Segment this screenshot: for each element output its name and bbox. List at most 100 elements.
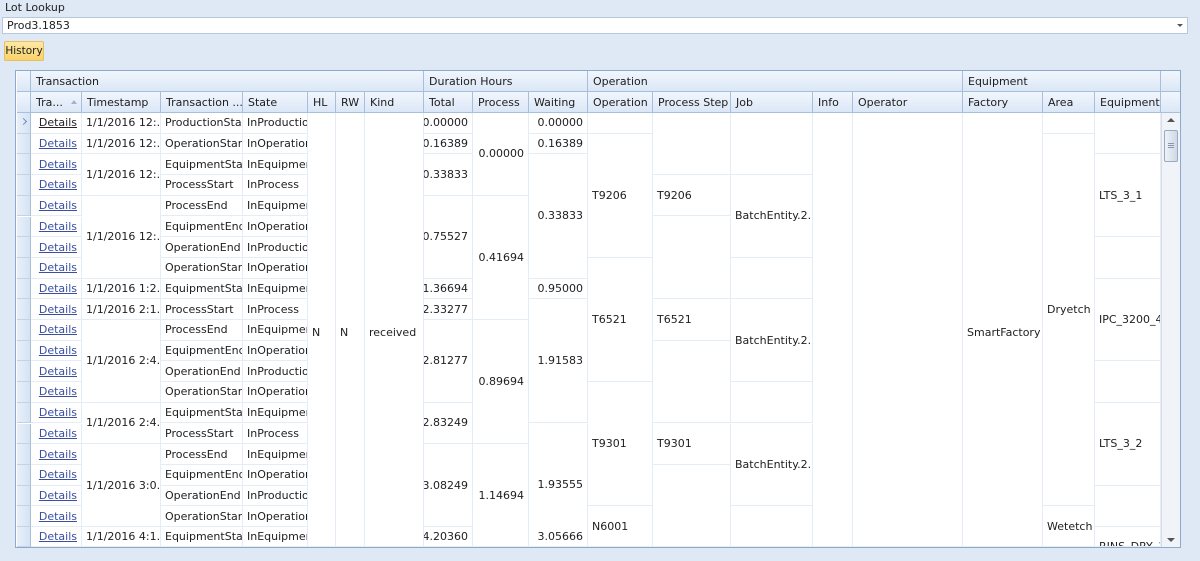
column-header[interactable]: Transaction ...: [161, 92, 243, 113]
lot-lookup-combobox[interactable]: Prod3.1853: [2, 17, 1188, 34]
details-link[interactable]: Details: [39, 365, 77, 378]
row-indicator[interactable]: [17, 216, 31, 238]
details-link[interactable]: Details: [39, 530, 77, 543]
column-header[interactable]: Tra...: [31, 92, 82, 113]
column-header[interactable]: Area: [1043, 92, 1095, 113]
row-indicator[interactable]: [17, 527, 31, 547]
row-indicator[interactable]: [17, 278, 31, 300]
merged-cell-process-step: T9206: [653, 175, 731, 217]
details-link[interactable]: Details: [39, 303, 77, 316]
transaction-cell: Details: [31, 237, 82, 258]
row-indicator[interactable]: [17, 320, 31, 341]
details-link[interactable]: Details: [39, 406, 77, 419]
merged-cell-process-step: [653, 340, 731, 424]
table-cell-state: InEquipment: [243, 402, 308, 424]
column-header-label: Tra...: [36, 95, 63, 109]
row-indicator[interactable]: [17, 444, 31, 465]
details-link[interactable]: Details: [39, 468, 77, 481]
table-cell-state: InOperation: [243, 216, 308, 238]
table-cell-type: ProcessEnd: [161, 195, 243, 217]
column-header[interactable]: Waiting: [529, 92, 588, 113]
transaction-cell: Details: [31, 154, 82, 176]
merged-cell-total: 3.08249: [424, 444, 473, 527]
details-link[interactable]: Details: [39, 489, 77, 502]
details-link[interactable]: Details: [39, 158, 77, 171]
column-header[interactable]: Info: [813, 92, 853, 113]
transaction-cell: Details: [31, 216, 82, 238]
details-link[interactable]: Details: [39, 385, 77, 398]
details-link[interactable]: Details: [39, 323, 77, 336]
details-link[interactable]: Details: [39, 261, 77, 274]
row-indicator[interactable]: [17, 485, 31, 507]
details-link[interactable]: Details: [39, 116, 77, 129]
column-header[interactable]: Operation: [588, 92, 653, 113]
merged-cell-total: 2.33277: [424, 299, 473, 320]
details-link[interactable]: Details: [39, 427, 77, 440]
row-indicator[interactable]: [17, 361, 31, 383]
details-link[interactable]: Details: [39, 137, 77, 150]
row-indicator[interactable]: [17, 340, 31, 362]
merged-cell-equipment: LTS_3_1: [1095, 154, 1161, 238]
details-link[interactable]: Details: [39, 448, 77, 461]
scroll-thumb[interactable]: [1164, 130, 1178, 162]
row-indicator[interactable]: [17, 113, 31, 134]
row-indicator[interactable]: [17, 175, 31, 196]
column-header[interactable]: HL: [308, 92, 336, 113]
row-indicator[interactable]: [17, 382, 31, 403]
merged-cell-operation: N6001: [588, 506, 653, 547]
band-filler: [1161, 71, 1180, 92]
table-cell-state: InOperation: [243, 382, 308, 403]
column-header-label: Info: [818, 95, 839, 109]
details-link[interactable]: Details: [39, 241, 77, 254]
merged-cell-total: 0.16389: [424, 133, 473, 155]
column-header[interactable]: Job: [731, 92, 813, 113]
details-link[interactable]: Details: [39, 220, 77, 233]
details-link[interactable]: Details: [39, 199, 77, 212]
row-indicator[interactable]: [17, 154, 31, 176]
merged-cell-waiting: 0.16389: [529, 133, 588, 155]
details-link[interactable]: Details: [39, 510, 77, 523]
details-link[interactable]: Details: [39, 344, 77, 357]
column-header-label: Kind: [370, 95, 395, 109]
merged-cell-timestamp: 1/1/2016 2:4...: [82, 402, 161, 445]
table-cell-type: ProcessStart: [161, 299, 243, 320]
column-header[interactable]: Factory: [963, 92, 1043, 113]
transaction-cell: Details: [31, 423, 82, 445]
table-cell-type: EquipmentEnd: [161, 340, 243, 362]
column-header[interactable]: State: [243, 92, 308, 113]
column-header-label: RW: [341, 95, 360, 109]
column-header[interactable]: Equipment: [1095, 92, 1161, 113]
details-link[interactable]: Details: [39, 282, 77, 295]
row-indicator[interactable]: [17, 257, 31, 279]
column-header[interactable]: Total: [424, 92, 473, 113]
row-indicator[interactable]: [17, 299, 31, 320]
scroll-up-icon[interactable]: [1167, 118, 1175, 122]
row-indicator[interactable]: [17, 423, 31, 445]
row-indicator[interactable]: [17, 133, 31, 155]
row-indicator[interactable]: [17, 195, 31, 217]
details-link[interactable]: Details: [39, 178, 77, 191]
history-button[interactable]: History: [4, 41, 44, 61]
transaction-cell: Details: [31, 113, 82, 134]
row-indicator[interactable]: [17, 506, 31, 527]
table-cell-state: InEquipment: [243, 154, 308, 176]
column-header[interactable]: Timestamp: [82, 92, 161, 113]
column-header[interactable]: Operator: [853, 92, 963, 113]
merged-cell-total: 2.83249: [424, 402, 473, 445]
vertical-scrollbar[interactable]: [1161, 113, 1180, 547]
row-indicator[interactable]: [17, 237, 31, 258]
column-header[interactable]: RW: [336, 92, 365, 113]
merged-cell-equipment: RINS_DRY_1: [1095, 527, 1161, 547]
column-header[interactable]: Process: [473, 92, 529, 113]
scroll-down-icon[interactable]: [1167, 538, 1175, 542]
transaction-cell: Details: [31, 320, 82, 341]
column-header[interactable]: Kind: [365, 92, 424, 113]
table-cell-state: InProduction: [243, 113, 308, 134]
transaction-cell: Details: [31, 195, 82, 217]
row-indicator[interactable]: [17, 464, 31, 486]
column-header[interactable]: Process Step: [653, 92, 731, 113]
chevron-down-icon[interactable]: [1177, 24, 1183, 27]
row-indicator[interactable]: [17, 402, 31, 424]
header-corner: [17, 92, 31, 113]
transaction-cell: Details: [31, 506, 82, 527]
